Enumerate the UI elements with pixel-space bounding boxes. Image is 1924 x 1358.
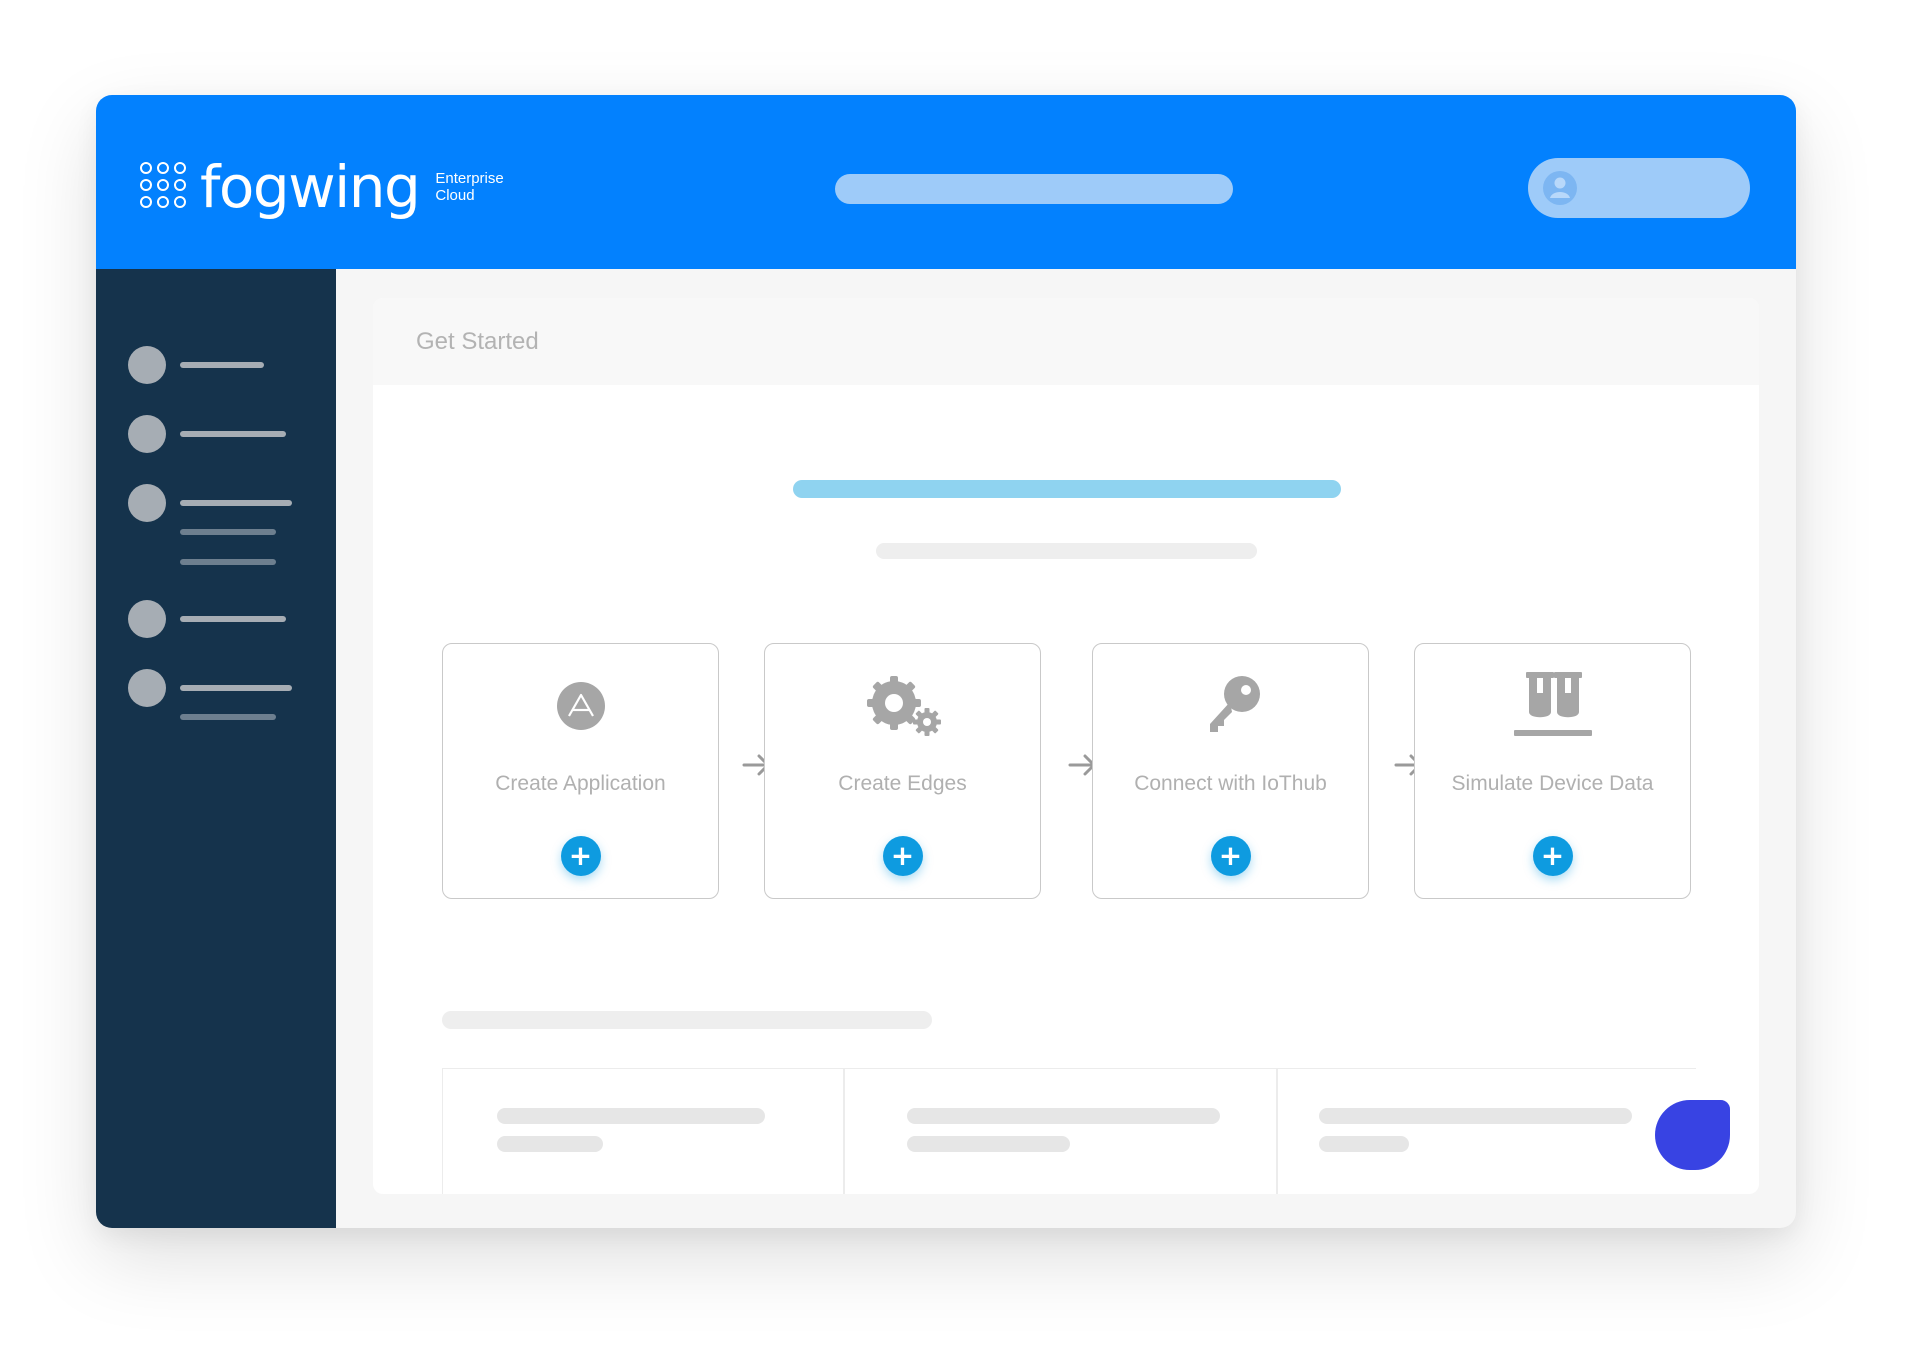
app-icon [556,682,605,730]
add-simulation-button[interactable]: + [1532,836,1573,876]
cell-title-placeholder [907,1108,1220,1124]
column-divider [1276,1069,1278,1194]
sidebar-item-label [180,362,264,368]
subheading-placeholder [876,543,1257,559]
step-label: Create Application [495,772,666,795]
summary-table [442,1068,1696,1194]
step-label: Simulate Device Data [1451,772,1654,795]
sidebar-item-label [180,431,286,437]
user-avatar-icon [1543,171,1577,205]
sidebar-item-icon [128,346,166,384]
sidebar-item-icon [128,484,166,522]
step-card-connect-iothub[interactable]: Connect with IoThub + [1092,643,1369,899]
step-card-simulate-device-data[interactable]: Simulate Device Data + [1414,643,1691,899]
sidebar-item-icon [128,600,166,638]
sidebar-item-icon [128,669,166,707]
brand-name: fogwing [200,153,421,221]
column-divider [843,1069,845,1194]
brand-subtitle-line2: Cloud [435,187,475,204]
test-tubes-icon [1513,672,1592,736]
brand-subtitle: Enterprise Cloud [435,170,503,204]
step-card-create-edges[interactable]: Create Edges + [764,643,1041,899]
cell-title-placeholder [1319,1108,1632,1124]
step-label: Connect with IoThub [1134,772,1327,795]
add-iothub-button[interactable]: + [1210,836,1251,876]
cell-title-placeholder [497,1108,765,1124]
sidebar-subitem-2[interactable] [180,559,276,565]
user-menu-button[interactable] [1528,158,1750,218]
add-application-button[interactable]: + [560,836,601,876]
add-edge-button[interactable]: + [882,836,923,876]
step-card-create-application[interactable]: Create Application + [442,643,719,899]
section-heading-placeholder [442,1011,932,1029]
sidebar-item-label [180,685,292,691]
sidebar-item-label [180,500,292,506]
chat-bubble-icon[interactable] [1655,1100,1730,1170]
sidebar-item-label [180,616,286,622]
page-title: Get Started [416,328,539,355]
app-window: fogwing Enterprise Cloud Get Started Cre… [96,95,1796,1228]
get-started-panel: Get Started Create Application + Create … [373,298,1759,1194]
step-label: Create Edges [838,772,967,795]
cell-value-placeholder [907,1136,1070,1152]
gears-icon [866,676,941,736]
logo-dots-icon [140,162,190,212]
sidebar [96,269,336,1228]
key-icon [1209,676,1260,732]
sidebar-subitem-1[interactable] [180,714,276,720]
cell-value-placeholder [1319,1136,1409,1152]
sidebar-item-icon [128,415,166,453]
search-bar[interactable] [835,174,1233,204]
top-header: fogwing Enterprise Cloud [96,95,1796,269]
heading-placeholder [793,480,1341,498]
cell-value-placeholder [497,1136,603,1152]
sidebar-subitem-1[interactable] [180,529,276,535]
panel-header: Get Started [373,298,1759,385]
fogwing-logo[interactable]: fogwing Enterprise Cloud [140,155,504,219]
brand-subtitle-line1: Enterprise [435,170,504,187]
